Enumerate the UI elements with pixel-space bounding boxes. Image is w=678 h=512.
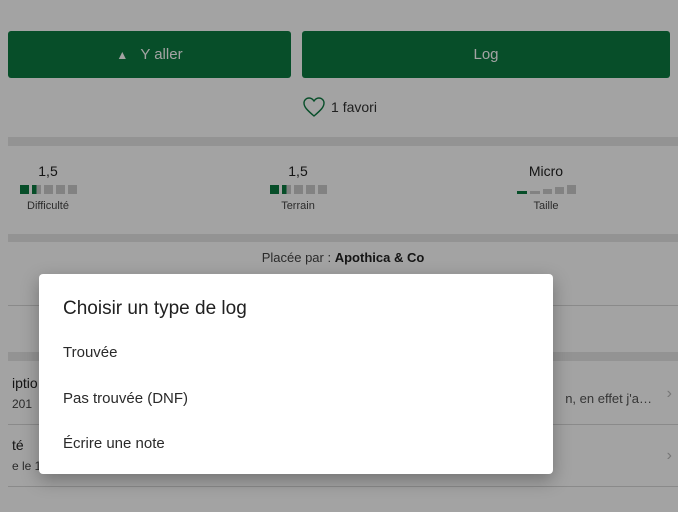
option-dnf[interactable]: Pas trouvée (DNF) xyxy=(63,390,188,407)
option-found[interactable]: Trouvée xyxy=(63,344,117,361)
option-write-note[interactable]: Écrire une note xyxy=(63,435,165,452)
dialog-title: Choisir un type de log xyxy=(63,298,247,319)
log-type-dialog: Choisir un type de log Trouvée Pas trouv… xyxy=(39,274,553,474)
